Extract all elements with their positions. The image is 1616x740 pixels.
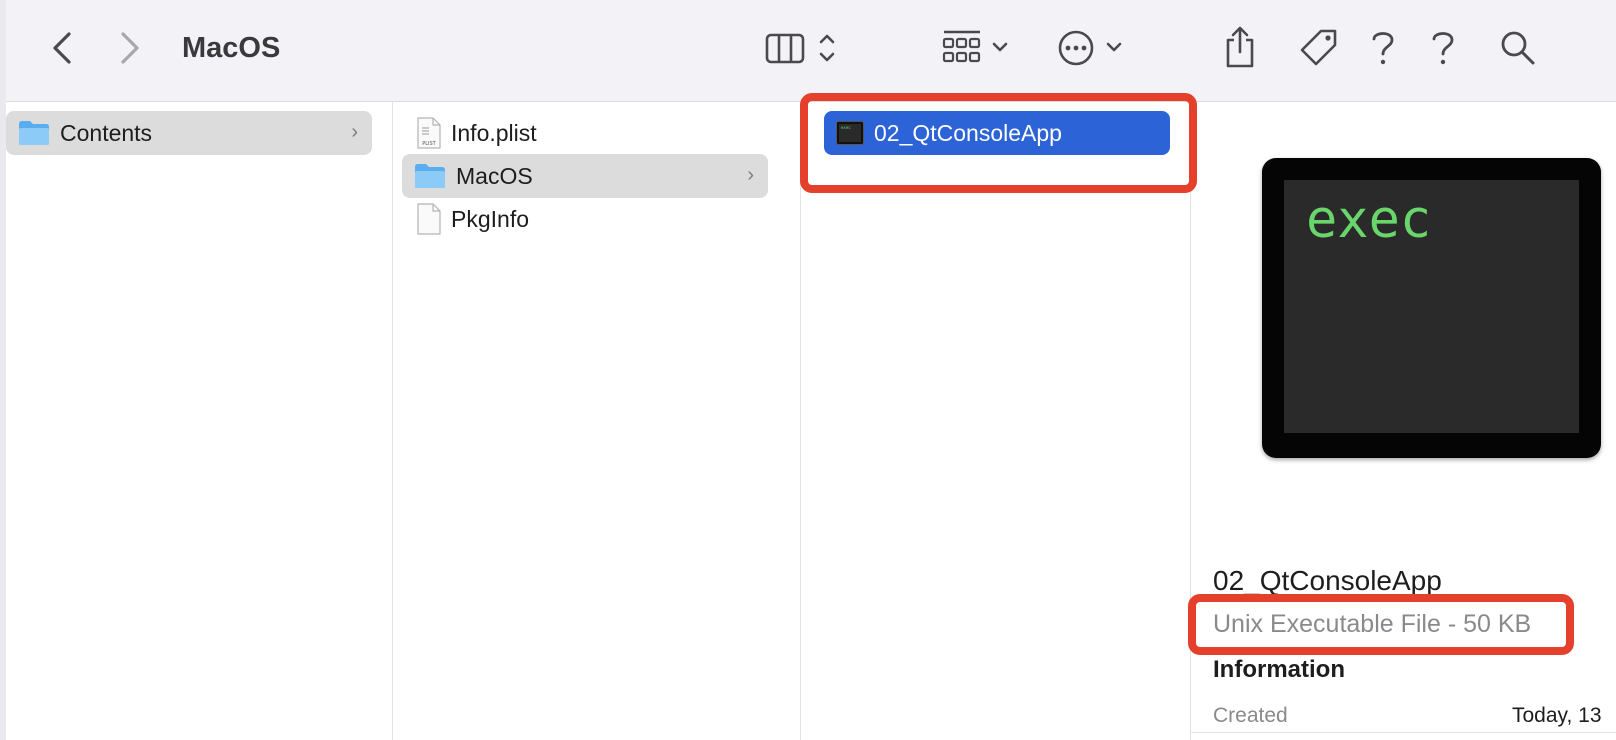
window-title: MacOS bbox=[182, 32, 281, 64]
list-item-info-plist[interactable]: PLIST Info.plist bbox=[413, 111, 769, 155]
tag-icon[interactable] bbox=[1296, 26, 1342, 70]
ellipsis-circle-icon[interactable] bbox=[1056, 26, 1136, 70]
plist-file-icon: PLIST bbox=[417, 117, 441, 149]
chevron-left-icon[interactable] bbox=[42, 28, 82, 68]
share-icon[interactable] bbox=[1220, 24, 1260, 70]
information-heading: Information bbox=[1213, 656, 1345, 683]
list-item-label: PkgInfo bbox=[451, 205, 529, 232]
column-1: Contents › bbox=[6, 102, 393, 740]
question-icon[interactable] bbox=[1426, 26, 1460, 70]
document-icon bbox=[417, 203, 441, 235]
terminal-screen: exec bbox=[1284, 180, 1579, 433]
column-3: exec 02_QtConsoleApp bbox=[801, 102, 1191, 740]
folder-icon bbox=[414, 163, 446, 189]
folder-icon bbox=[18, 120, 50, 146]
annotation-highlight bbox=[1188, 594, 1574, 655]
column-2: PLIST Info.plist MacOS › PkgInfo bbox=[393, 102, 801, 740]
list-item-label: Info.plist bbox=[451, 119, 537, 146]
preview-file-name: 02_QtConsoleApp bbox=[1213, 565, 1442, 596]
created-label: Created bbox=[1213, 704, 1288, 727]
svg-text:PLIST: PLIST bbox=[422, 141, 436, 147]
question-icon[interactable] bbox=[1366, 26, 1400, 70]
chevron-right-icon: › bbox=[351, 121, 358, 143]
list-item-label: Contents bbox=[60, 119, 153, 146]
exec-label: exec bbox=[1306, 190, 1432, 250]
chevron-right-icon[interactable] bbox=[110, 28, 150, 68]
list-item-label: MacOS bbox=[456, 162, 533, 189]
chevron-right-icon: › bbox=[747, 164, 754, 186]
list-item-macos[interactable]: MacOS › bbox=[402, 154, 768, 198]
created-value: Today, 13 bbox=[1512, 704, 1602, 727]
search-icon[interactable] bbox=[1496, 26, 1540, 70]
annotation-highlight bbox=[800, 93, 1197, 193]
list-item-contents[interactable]: Contents › bbox=[6, 111, 372, 155]
divider bbox=[1191, 732, 1616, 733]
executable-preview-icon: exec bbox=[1262, 158, 1601, 458]
group-grid-icon[interactable] bbox=[940, 26, 1030, 70]
list-item-pkginfo[interactable]: PkgInfo bbox=[413, 197, 769, 241]
toolbar: MacOS bbox=[6, 0, 1616, 102]
column-view-icon[interactable] bbox=[763, 28, 853, 68]
